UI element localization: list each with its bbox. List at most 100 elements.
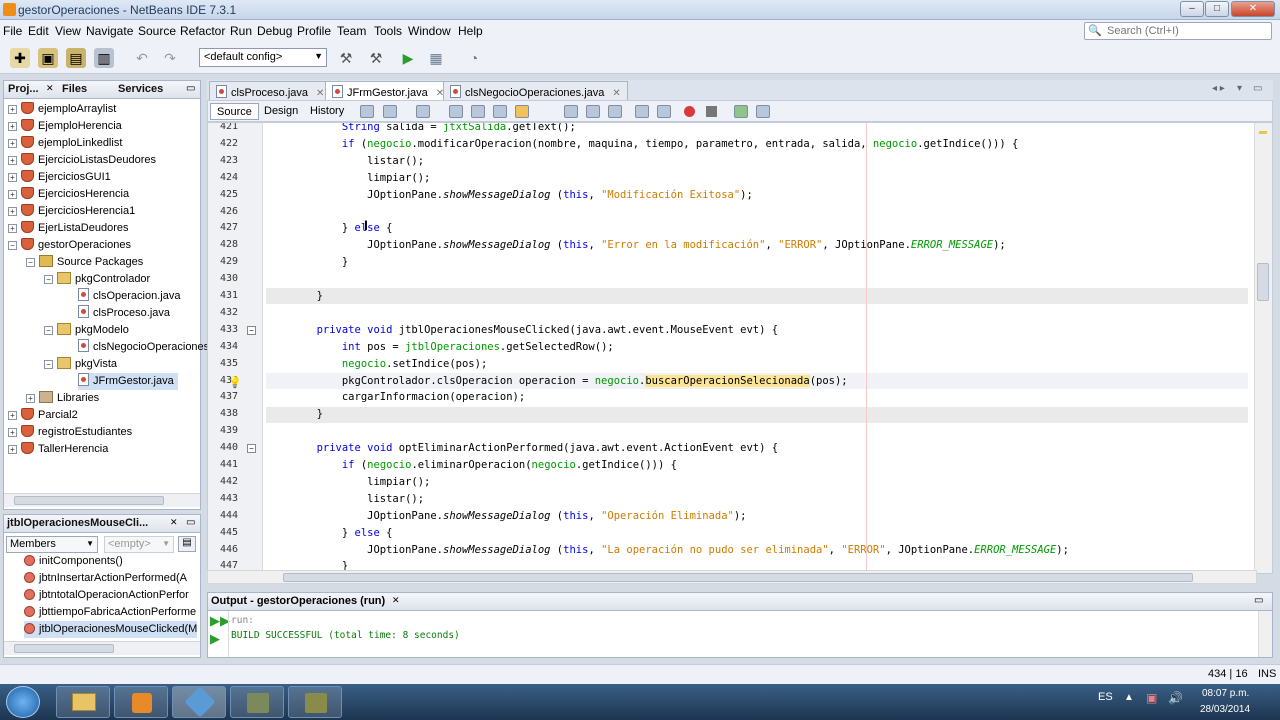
code-line[interactable]: } bbox=[266, 408, 323, 420]
taskbar-app[interactable] bbox=[230, 686, 284, 718]
minimize-panel-icon[interactable]: ▭ bbox=[186, 517, 195, 528]
menu-tools[interactable]: Tools bbox=[374, 24, 402, 38]
debug-icon[interactable]: ▦ bbox=[426, 48, 446, 68]
code-line[interactable]: if (negocio.eliminarOperacion(negocio.ge… bbox=[266, 459, 677, 471]
undo-icon[interactable]: ↶ bbox=[132, 48, 152, 68]
code-line[interactable]: } else { bbox=[266, 222, 393, 234]
tree-item[interactable]: − pkgModelo bbox=[44, 322, 129, 339]
find-previous-icon[interactable] bbox=[471, 105, 485, 118]
previous-bookmark-icon[interactable] bbox=[564, 105, 578, 118]
code-line[interactable]: negocio.setIndice(pos); bbox=[266, 358, 487, 370]
tab-services[interactable]: Services bbox=[118, 83, 163, 95]
menu-window[interactable]: Window bbox=[408, 24, 451, 38]
forward-icon[interactable] bbox=[416, 105, 430, 118]
code-line[interactable]: listar(); bbox=[266, 155, 424, 167]
lightbulb-hint-icon[interactable]: 💡 bbox=[228, 376, 242, 389]
tree-item[interactable]: + registroEstudiantes bbox=[8, 424, 132, 441]
rerun-icon[interactable]: ▶▶ bbox=[210, 613, 230, 629]
tree-item[interactable]: − Source Packages bbox=[26, 254, 143, 271]
code-line[interactable]: int pos = jtblOperaciones.getSelectedRow… bbox=[266, 341, 614, 353]
stop-macro-icon[interactable] bbox=[706, 106, 717, 117]
uncomment-icon[interactable] bbox=[756, 105, 770, 118]
tab-clsproceso[interactable]: clsProceso.java ✕ bbox=[209, 81, 332, 100]
fold-icon[interactable]: − bbox=[247, 326, 256, 335]
code-line[interactable]: JOptionPane.showMessageDialog (this, "Mo… bbox=[266, 189, 753, 201]
menu-source[interactable]: Source bbox=[138, 24, 176, 38]
code-line[interactable]: String salida = jtxtSalida.getText(); bbox=[266, 123, 576, 133]
member-item[interactable]: jbtnInsertarActionPerformed(A bbox=[24, 570, 187, 587]
redo-icon[interactable]: ↷ bbox=[160, 48, 180, 68]
close-icon[interactable]: ✕ bbox=[46, 83, 54, 94]
new-file-icon[interactable]: ✚ bbox=[10, 48, 30, 68]
run-icon[interactable]: ▶ bbox=[398, 48, 418, 68]
menu-edit[interactable]: Edit bbox=[28, 24, 49, 38]
tree-item[interactable]: + Parcial2 bbox=[8, 407, 78, 424]
open-project-icon[interactable]: ▤ bbox=[66, 48, 86, 68]
clean-build-icon[interactable]: ⚒ bbox=[366, 48, 386, 68]
back-icon[interactable] bbox=[383, 105, 397, 118]
menu-navigate[interactable]: Navigate bbox=[86, 24, 133, 38]
minimize-button[interactable]: – bbox=[1180, 1, 1204, 17]
code-line[interactable]: if (negocio.modificarOperacion(nombre, m… bbox=[266, 138, 1018, 150]
code-line[interactable]: listar(); bbox=[266, 493, 424, 505]
menu-refactor[interactable]: Refactor bbox=[180, 24, 225, 38]
scroll-thumb[interactable] bbox=[14, 496, 164, 505]
tree-item[interactable]: + ejemploArraylist bbox=[8, 101, 116, 118]
network-icon[interactable]: ▣ bbox=[1146, 691, 1157, 705]
tab-list-icon[interactable]: ▾ bbox=[1237, 83, 1242, 94]
code-line[interactable]: JOptionPane.showMessageDialog (this, "Op… bbox=[266, 510, 746, 522]
scroll-tabs-left-icon[interactable]: ◂ ▸ bbox=[1212, 83, 1225, 94]
empty-select[interactable]: <empty> ▼ bbox=[104, 536, 174, 553]
minimize-panel-icon[interactable]: ▭ bbox=[1254, 595, 1263, 606]
maximize-editor-icon[interactable]: ▭ bbox=[1253, 83, 1262, 94]
tree-item[interactable]: − gestorOperaciones bbox=[8, 237, 131, 254]
tree-item[interactable]: clsNegocioOperaciones bbox=[78, 339, 209, 356]
clock-time[interactable]: 08:07 p.m. bbox=[1202, 688, 1249, 699]
tab-projects[interactable]: Proj... bbox=[8, 83, 39, 95]
menu-view[interactable]: View bbox=[55, 24, 81, 38]
tree-item[interactable]: clsOperacion.java bbox=[78, 288, 180, 305]
editor-vscrollbar[interactable] bbox=[1254, 123, 1272, 573]
language-indicator[interactable]: ES bbox=[1098, 691, 1113, 703]
tree-item[interactable]: + TallerHerencia bbox=[8, 441, 108, 458]
code-line[interactable]: limpiar(); bbox=[266, 476, 430, 488]
members-select[interactable]: Members ▼ bbox=[6, 536, 98, 553]
tree-item[interactable]: + EjercicioListasDeudores bbox=[8, 152, 156, 169]
scroll-thumb[interactable] bbox=[14, 644, 114, 653]
next-bookmark-icon[interactable] bbox=[586, 105, 600, 118]
history-mode-button[interactable]: History bbox=[304, 103, 350, 120]
design-mode-button[interactable]: Design bbox=[258, 103, 304, 120]
toggle-bookmark-icon[interactable] bbox=[608, 105, 622, 118]
close-icon[interactable]: ✕ bbox=[612, 88, 620, 99]
close-button[interactable]: ✕ bbox=[1231, 1, 1275, 17]
menu-debug[interactable]: Debug bbox=[257, 24, 292, 38]
taskbar-netbeans[interactable] bbox=[172, 686, 226, 718]
toggle-highlight-icon[interactable] bbox=[515, 105, 529, 118]
taskbar-media[interactable] bbox=[114, 686, 168, 718]
minimize-panel-icon[interactable]: ▭ bbox=[186, 83, 195, 94]
member-item[interactable]: jbttiempoFabricaActionPerforme bbox=[24, 604, 196, 621]
code-line[interactable]: JOptionPane.showMessageDialog (this, "La… bbox=[266, 544, 1069, 556]
search-input[interactable] bbox=[1107, 24, 1267, 38]
code-line[interactable]: private void optEliminarActionPerformed(… bbox=[266, 442, 779, 454]
tree-item[interactable]: + EjerListaDeudores bbox=[8, 220, 129, 237]
filter-icon[interactable]: ▤ bbox=[178, 536, 196, 552]
tree-item[interactable]: − pkgControlador bbox=[44, 271, 150, 288]
tree-item[interactable]: + Libraries bbox=[26, 390, 99, 407]
projects-hscrollbar[interactable] bbox=[4, 493, 200, 507]
menu-run[interactable]: Run bbox=[230, 24, 252, 38]
editor-hscrollbar[interactable] bbox=[207, 570, 1257, 584]
find-icon[interactable] bbox=[449, 105, 463, 118]
shift-left-icon[interactable] bbox=[635, 105, 649, 118]
code-line[interactable]: } bbox=[266, 290, 323, 302]
close-icon[interactable]: ✕ bbox=[392, 595, 400, 606]
navigator-title[interactable]: jtblOperacionesMouseCli... bbox=[7, 517, 148, 529]
error-stripe-mark[interactable] bbox=[1259, 131, 1267, 134]
tab-clsnegocio[interactable]: clsNegocioOperaciones.java ✕ bbox=[443, 81, 628, 100]
menu-file[interactable]: File bbox=[3, 24, 22, 38]
profile-icon[interactable]: ◔ bbox=[464, 48, 484, 68]
code-line[interactable]: pkgControlador.clsOperacion operacion = … bbox=[266, 374, 848, 387]
find-next-icon[interactable] bbox=[493, 105, 507, 118]
output-title[interactable]: Output - gestorOperaciones (run) bbox=[211, 595, 385, 607]
new-project-icon[interactable]: ▣ bbox=[38, 48, 58, 68]
